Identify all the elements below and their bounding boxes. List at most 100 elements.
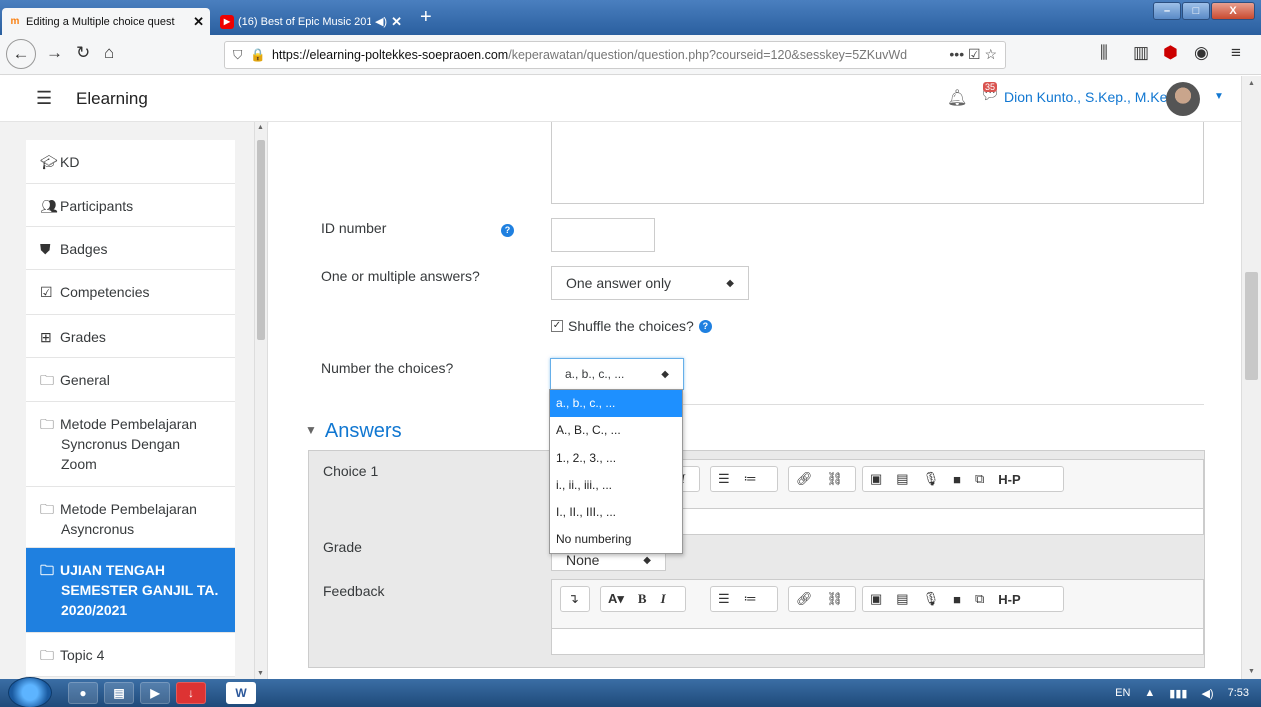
home-icon[interactable]: ⌂ [104,43,114,63]
numbering-option[interactable]: 1., 2., 3., ... [550,445,682,472]
answers-heading[interactable]: ▼ Answers [305,420,402,443]
sidebar-item-participants[interactable]: 👥︎ Participants [26,184,235,227]
volume-icon[interactable]: ◀) [1201,687,1213,700]
forward-arrow-icon[interactable]: → [46,43,63,63]
numbering-option[interactable]: No numbering [550,526,682,553]
sidebar-item-topic4[interactable]: 🗀︎ Topic 4 [26,633,235,677]
ublock-icon[interactable]: ⬢ [1163,43,1178,63]
h5p-icon[interactable]: H-P [991,472,1027,487]
sidebar-item-grades[interactable]: ⊞ Grades [26,315,235,358]
unordered-list-icon[interactable]: ☰ [711,471,737,487]
extension-icon[interactable]: ◉ [1194,43,1209,63]
back-arrow-icon[interactable]: ← [6,39,36,69]
link-icon[interactable]: 🔗︎ [789,471,820,487]
sidebar-toggle-icon[interactable]: ▥ [1133,43,1149,63]
close-window-button[interactable]: X [1211,2,1255,20]
url-bar[interactable]: ⛉ 🔒 https://elearning-poltekkes-soepraoe… [224,41,1006,69]
feedback-editor[interactable]: ↴ A▾ B I ☰ ≔ 🔗︎ ⛓ ▣ ▤ 🎙︎ ■ ⧉ H-P [551,579,1204,655]
font-size-button[interactable]: A▾ [601,591,631,607]
unordered-list-icon[interactable]: ☰ [711,591,737,607]
help-icon[interactable]: ? [698,319,712,333]
avatar[interactable] [1166,82,1200,116]
close-tab-icon[interactable]: ✕ [391,14,402,30]
collapse-triangle-icon[interactable]: ▼ [305,423,317,437]
media-icon[interactable]: ▤ [889,471,915,487]
microphone-icon[interactable]: 🎙︎ [916,471,947,487]
link-icon[interactable]: 🔗︎ [789,591,820,607]
media-taskbar-icon[interactable]: ▶ [140,682,170,704]
lock-icon[interactable]: 🔒 [250,48,266,63]
ordered-list-icon[interactable]: ≔ [737,471,764,487]
numbering-option[interactable]: I., II., III., ... [550,499,682,526]
page-scroll-thumb[interactable] [1245,272,1258,380]
url-actions[interactable]: ••• ☑ ☆ [945,46,997,63]
media-buttons[interactable]: ▣ ▤ 🎙︎ ■ ⧉ H-P [862,586,1064,612]
image-icon[interactable]: ▣ [863,471,889,487]
scroll-down-icon[interactable]: ▼ [1248,668,1255,675]
sidebar-scrollbar[interactable]: ▲ ▼ [254,122,267,679]
single-answer-select[interactable]: One answer only ◆ [551,266,749,300]
sidebar-item-competencies[interactable]: ☑ Competencies [26,270,235,315]
ordered-list-icon[interactable]: ≔ [737,591,764,607]
copy-icon[interactable]: ⧉ [968,591,991,607]
bold-button[interactable]: B [631,591,654,607]
video-icon[interactable]: ■ [946,592,968,607]
hamburger-menu-icon[interactable]: ☰ [36,88,52,109]
page-scrollbar[interactable]: ▲ ▼ [1241,76,1261,679]
download-taskbar-icon[interactable]: ↓ [176,682,206,704]
maximize-button[interactable]: □ [1182,2,1210,20]
chevron-down-icon[interactable]: ▼ [1214,91,1224,102]
sidebar-item-badges[interactable]: ⛊ Badges [26,227,235,270]
scroll-up-icon[interactable]: ▲ [1248,80,1255,87]
unlink-icon[interactable]: ⛓ [820,471,851,487]
general-feedback-textarea[interactable] [551,122,1204,204]
unlink-icon[interactable]: ⛓ [820,591,851,607]
collapse-toolbar-button[interactable]: ↴ [560,586,590,612]
link-buttons[interactable]: 🔗︎ ⛓ [788,586,856,612]
id-number-input[interactable] [551,218,655,252]
network-icon[interactable]: ▮▮▮ [1169,687,1187,700]
library-icon[interactable]: ⫼ [1100,43,1108,63]
scroll-down-icon[interactable]: ▼ [257,670,264,677]
language-indicator[interactable]: EN [1115,687,1130,699]
reload-icon[interactable]: ↻ [76,43,90,63]
user-name[interactable]: Dion Kunto., S.Kep., M.Kep [1004,89,1175,105]
clock[interactable]: 7:53 [1228,687,1249,699]
tab-youtube[interactable]: ▶ (16) Best of Epic Music 2017 ◀) ✕ [214,8,408,35]
link-buttons[interactable]: 🔗︎ ⛓ [788,466,856,492]
sidebar-item-general[interactable]: 🗀︎ General [26,358,235,402]
numbering-option[interactable]: A., B., C., ... [550,417,682,444]
sidebar-item-syncronus[interactable]: 🗀︎ Metode Pembelajaran Syncronus Dengan Z… [26,402,235,487]
numbering-option[interactable]: i., ii., iii., ... [550,472,682,499]
minimize-button[interactable]: – [1153,2,1181,20]
media-buttons[interactable]: ▣ ▤ 🎙︎ ■ ⧉ H-P [862,466,1064,492]
list-buttons[interactable]: ☰ ≔ [710,586,778,612]
copy-icon[interactable]: ⧉ [968,471,991,487]
numbering-option[interactable]: a., b., c., ... [550,390,682,418]
bell-icon[interactable]: 🔔︎ [947,88,967,108]
speaker-icon[interactable]: ◀) [375,15,387,28]
tracking-shield-icon[interactable]: ⛉ [233,48,242,63]
sidebar-item-kd[interactable]: 🎓︎ KD [26,140,235,184]
scroll-up-icon[interactable]: ▲ [257,124,264,131]
shuffle-checkbox-row[interactable]: ✓ Shuffle the choices? ? [551,318,712,334]
sidebar-item-asyncronus[interactable]: 🗀︎ Metode Pembelajaran Asyncronus [26,487,235,548]
help-icon[interactable]: ? [501,224,514,237]
word-taskbar-icon[interactable]: W [226,682,256,704]
format-buttons[interactable]: A▾ B I [600,586,686,612]
start-button[interactable] [8,677,52,707]
site-brand[interactable]: Elearning [76,89,148,109]
sidebar-scroll-thumb[interactable] [257,140,265,340]
media-icon[interactable]: ▤ [889,591,915,607]
shuffle-checkbox[interactable]: ✓ [551,320,563,332]
microphone-icon[interactable]: 🎙︎ [916,591,947,607]
list-buttons[interactable]: ☰ ≔ [710,466,778,492]
sidebar-item-uts[interactable]: 🗀︎ UJIAN TENGAH SEMESTER GANJIL TA. 2020/… [26,548,235,633]
tab-editing-question[interactable]: m Editing a Multiple choice quest ✕ [2,8,210,35]
h5p-icon[interactable]: H-P [991,592,1027,607]
numbering-select[interactable]: a., b., c., ... ◆ [550,358,684,390]
menu-icon[interactable]: ≡ [1231,43,1241,63]
image-icon[interactable]: ▣ [863,591,889,607]
tray-arrow-icon[interactable]: ▲ [1144,687,1155,699]
close-tab-icon[interactable]: ✕ [193,14,204,30]
